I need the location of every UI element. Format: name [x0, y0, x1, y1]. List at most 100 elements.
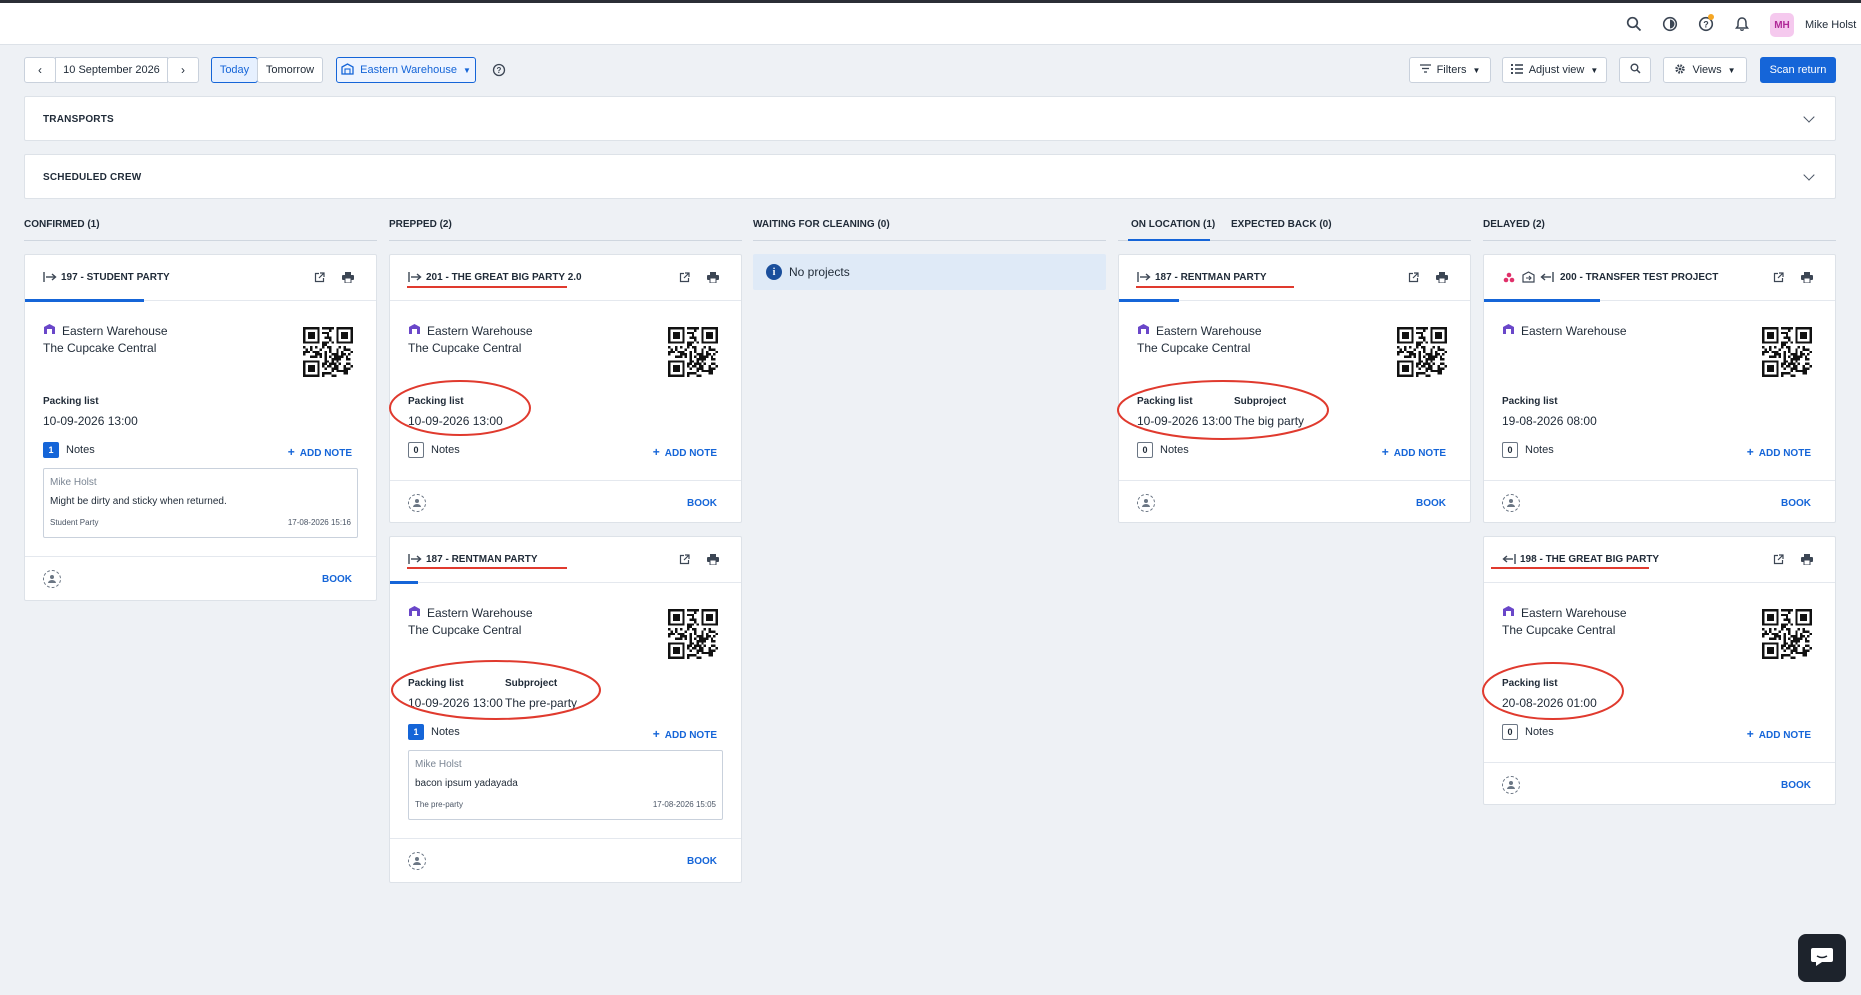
- open-external-icon[interactable]: [677, 270, 691, 284]
- tab-expected-back[interactable]: EXPECTED BACK (0): [1231, 219, 1332, 230]
- chevron-left-icon: ‹: [38, 63, 42, 77]
- help-icon[interactable]: ?: [1695, 13, 1717, 35]
- plus-icon: +: [1381, 445, 1389, 459]
- scheduled-crew-panel[interactable]: SCHEDULED CREW: [24, 154, 1836, 199]
- assign-crew-icon[interactable]: [43, 570, 61, 588]
- note-card[interactable]: Mike Holst Might be dirty and sticky whe…: [43, 468, 358, 538]
- chevron-down-icon[interactable]: [1803, 111, 1815, 123]
- card-header: 187 - RENTMAN PARTY: [390, 537, 741, 583]
- card-title[interactable]: 187 - RENTMAN PARTY: [1155, 272, 1267, 283]
- assign-crew-icon[interactable]: [1502, 776, 1520, 794]
- plus-icon: +: [1746, 445, 1754, 459]
- warehouse-icon: [341, 62, 354, 78]
- card-venue: The Cupcake Central: [1137, 341, 1251, 355]
- add-note-button[interactable]: + ADD NOTE: [653, 727, 717, 741]
- book-button[interactable]: BOOK: [1781, 498, 1811, 509]
- warehouse-select[interactable]: Eastern Warehouse ▼: [336, 57, 476, 83]
- search-icon[interactable]: [1623, 13, 1645, 35]
- print-icon[interactable]: [1435, 270, 1449, 284]
- notes-count-badge: 1: [43, 442, 59, 458]
- assign-crew-icon[interactable]: [408, 494, 426, 512]
- scan-return-button[interactable]: Scan return: [1760, 57, 1836, 83]
- project-card[interactable]: 201 - THE GREAT BIG PARTY 2.0 Eastern War…: [389, 254, 742, 523]
- project-card[interactable]: 197 - STUDENT PARTY Eastern Warehouse The …: [24, 254, 377, 601]
- packing-list-date: 10-09-2026 13:00: [1137, 414, 1232, 428]
- views-button[interactable]: Views ▼: [1663, 57, 1747, 83]
- notes-label: Notes: [66, 444, 95, 456]
- info-help-icon[interactable]: ?: [492, 63, 506, 80]
- arrow-out-icon: [408, 270, 422, 284]
- assign-crew-icon[interactable]: [1502, 494, 1520, 512]
- column-divider: [1483, 240, 1836, 241]
- card-title[interactable]: 187 - RENTMAN PARTY: [426, 554, 538, 565]
- open-external-icon[interactable]: [1771, 270, 1785, 284]
- assign-crew-icon[interactable]: [408, 852, 426, 870]
- tab-on-location[interactable]: ON LOCATION (1): [1131, 219, 1215, 230]
- print-icon[interactable]: [1800, 270, 1814, 284]
- warehouse-name: Eastern Warehouse: [62, 323, 168, 338]
- bell-icon[interactable]: [1731, 13, 1753, 35]
- chevron-right-icon: ›: [181, 63, 185, 77]
- project-card[interactable]: 187 - RENTMAN PARTY Eastern Warehouse The …: [1118, 254, 1471, 523]
- add-note-label: ADD NOTE: [664, 448, 717, 459]
- note-author: Mike Holst: [50, 477, 97, 488]
- qr-code: [1397, 327, 1447, 377]
- card-title[interactable]: 200 - TRANSFER TEST PROJECT: [1560, 272, 1718, 283]
- adjust-view-button[interactable]: Adjust view ▼: [1502, 57, 1607, 83]
- add-note-button[interactable]: + ADD NOTE: [1382, 445, 1446, 459]
- user-name[interactable]: Mike Holst: [1805, 19, 1856, 31]
- open-external-icon[interactable]: [1771, 552, 1785, 566]
- book-button[interactable]: BOOK: [322, 574, 352, 585]
- notes-count-badge: 0: [1502, 724, 1518, 740]
- tomorrow-button[interactable]: Tomorrow: [257, 57, 323, 83]
- filters-label: Filters: [1436, 64, 1467, 76]
- arrow-out-icon: [43, 270, 57, 284]
- active-tab-indicator: [1128, 239, 1210, 241]
- warehouse-select-label: Eastern Warehouse: [360, 64, 457, 76]
- book-button[interactable]: BOOK: [687, 856, 717, 867]
- print-icon[interactable]: [706, 270, 720, 284]
- project-card[interactable]: 187 - RENTMAN PARTY Eastern Warehouse The …: [389, 536, 742, 883]
- arrow-out-icon: [1137, 270, 1151, 284]
- card-footer: BOOK: [25, 556, 376, 601]
- book-button[interactable]: BOOK: [687, 498, 717, 509]
- warehouse-name: Eastern Warehouse: [427, 605, 533, 620]
- card-title[interactable]: 198 - THE GREAT BIG PARTY: [1520, 554, 1659, 565]
- chevron-down-icon[interactable]: [1803, 169, 1815, 181]
- transports-panel[interactable]: TRANSPORTS: [24, 96, 1836, 141]
- search-button[interactable]: [1619, 57, 1651, 83]
- open-external-icon[interactable]: [312, 270, 326, 284]
- add-note-button[interactable]: + ADD NOTE: [1747, 727, 1811, 741]
- card-header: 200 - TRANSFER TEST PROJECT: [1484, 255, 1835, 301]
- open-external-icon[interactable]: [677, 552, 691, 566]
- date-picker[interactable]: 10 September 2026: [55, 57, 168, 83]
- card-title[interactable]: 201 - THE GREAT BIG PARTY 2.0: [426, 272, 582, 283]
- book-button[interactable]: BOOK: [1781, 780, 1811, 791]
- today-button[interactable]: Today: [211, 57, 258, 83]
- notes-label: Notes: [1525, 726, 1554, 738]
- project-card[interactable]: 198 - THE GREAT BIG PARTY Eastern Warehou…: [1483, 536, 1836, 805]
- print-icon[interactable]: [1800, 552, 1814, 566]
- next-day-button[interactable]: ›: [167, 57, 199, 83]
- book-button[interactable]: BOOK: [1416, 498, 1446, 509]
- add-note-label: ADD NOTE: [1393, 448, 1446, 459]
- previous-day-button[interactable]: ‹: [24, 57, 56, 83]
- card-title[interactable]: 197 - STUDENT PARTY: [61, 272, 170, 283]
- chat-launcher-button[interactable]: [1798, 934, 1846, 982]
- add-note-button[interactable]: + ADD NOTE: [653, 445, 717, 459]
- assign-crew-icon[interactable]: [1137, 494, 1155, 512]
- filters-button[interactable]: Filters ▼: [1409, 57, 1491, 83]
- add-note-button[interactable]: + ADD NOTE: [1747, 445, 1811, 459]
- print-icon[interactable]: [706, 552, 720, 566]
- add-note-button[interactable]: + ADD NOTE: [288, 445, 352, 459]
- print-icon[interactable]: [341, 270, 355, 284]
- search-icon: [1629, 63, 1641, 77]
- avatar[interactable]: MH: [1770, 13, 1794, 37]
- qr-code: [668, 327, 718, 377]
- packing-list-date: 10-09-2026 13:00: [408, 696, 503, 710]
- open-external-icon[interactable]: [1406, 270, 1420, 284]
- subproject-name: The big party: [1234, 414, 1305, 428]
- project-card[interactable]: 200 - TRANSFER TEST PROJECT Eastern Wareh…: [1483, 254, 1836, 523]
- note-card[interactable]: Mike Holst bacon ipsum yadayada The pre-…: [408, 750, 723, 820]
- theme-toggle-icon[interactable]: [1659, 13, 1681, 35]
